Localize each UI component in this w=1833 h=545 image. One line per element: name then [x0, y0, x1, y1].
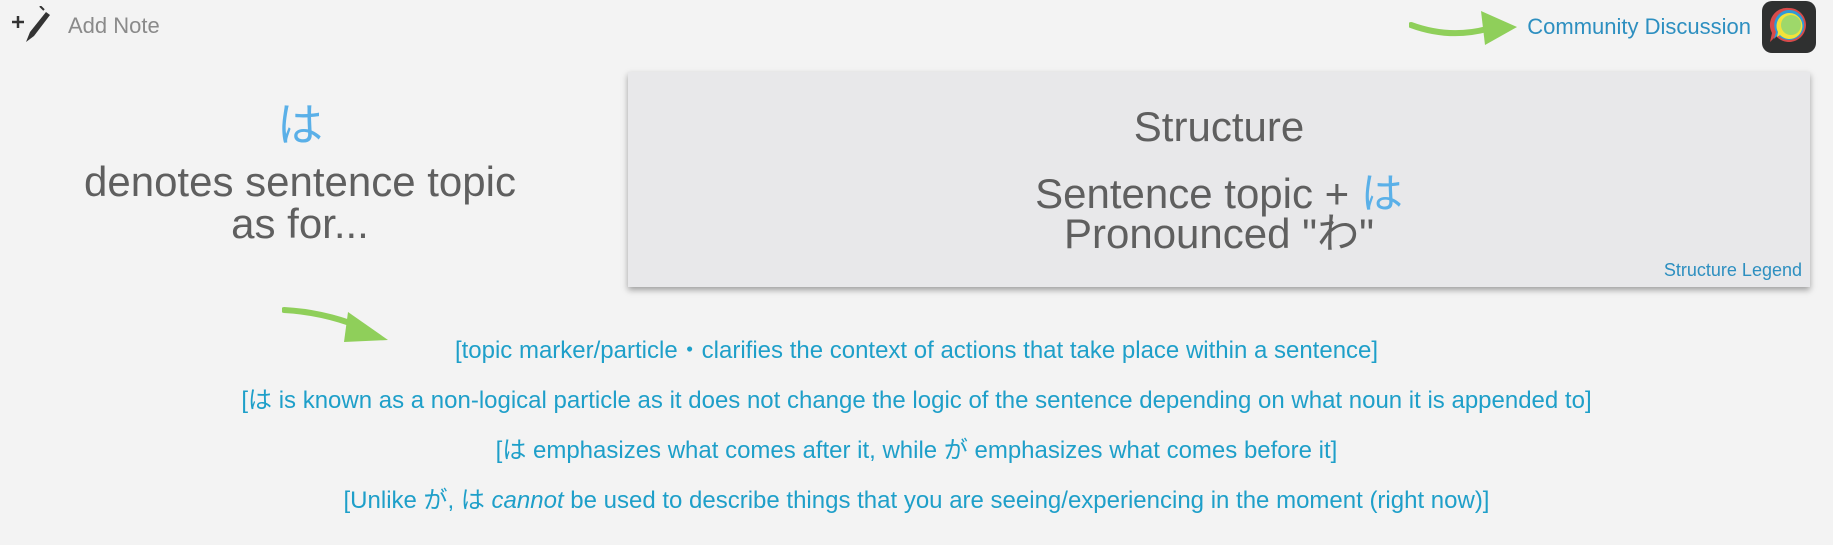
community-discussion-link[interactable]: Community Discussion [1527, 14, 1751, 40]
structure-panel: Structure Sentence topic + は Pronounced … [628, 72, 1810, 287]
structure-legend-link[interactable]: Structure Legend [1664, 260, 1802, 281]
green-arrow-icon [1408, 3, 1519, 52]
note-line-2: [は is known as a non-logical particle as… [241, 387, 1592, 414]
note-line-3: [は emphasizes what comes after it, while… [495, 437, 1338, 464]
community-discussion: Community Discussion [1408, 0, 1817, 54]
structure-line2-kana: わ [1317, 209, 1360, 258]
note-line-4: [Unlike が, は cannot be used to describe … [0, 480, 1833, 515]
plus-pencil-icon [10, 6, 54, 46]
note-line-1: [topic marker/particle・clarifies the con… [454, 337, 1379, 364]
note-line-4-emphasis: cannot [491, 487, 564, 514]
vocab-meaning-line2: as for... [231, 199, 369, 247]
vocab-kana: は [277, 98, 323, 152]
structure-line1: Sentence topic + は [628, 173, 1810, 215]
structure-line2-suffix: " [1359, 210, 1375, 257]
vocab-meaning-line1: denotes sentence topic [84, 157, 516, 205]
structure-line2: Pronounced "わ" [628, 213, 1810, 255]
vocab-block: は denotes sentence topic as for... [60, 100, 540, 245]
add-note-button[interactable]: Add Note [10, 6, 160, 46]
note-line-4-after: be used to describe things that you are … [563, 487, 1490, 514]
chat-bubble-icon[interactable] [1761, 0, 1817, 54]
structure-line2-prefix: Pronounced " [1063, 210, 1318, 257]
structure-title: Structure [1133, 103, 1305, 150]
vocab-meaning: denotes sentence topic as for... [60, 157, 540, 247]
structure-body: Sentence topic + は Pronounced "わ" [628, 173, 1810, 255]
add-note-label: Add Note [68, 13, 160, 38]
note-line-4-before: [Unlike が, は [343, 487, 492, 514]
